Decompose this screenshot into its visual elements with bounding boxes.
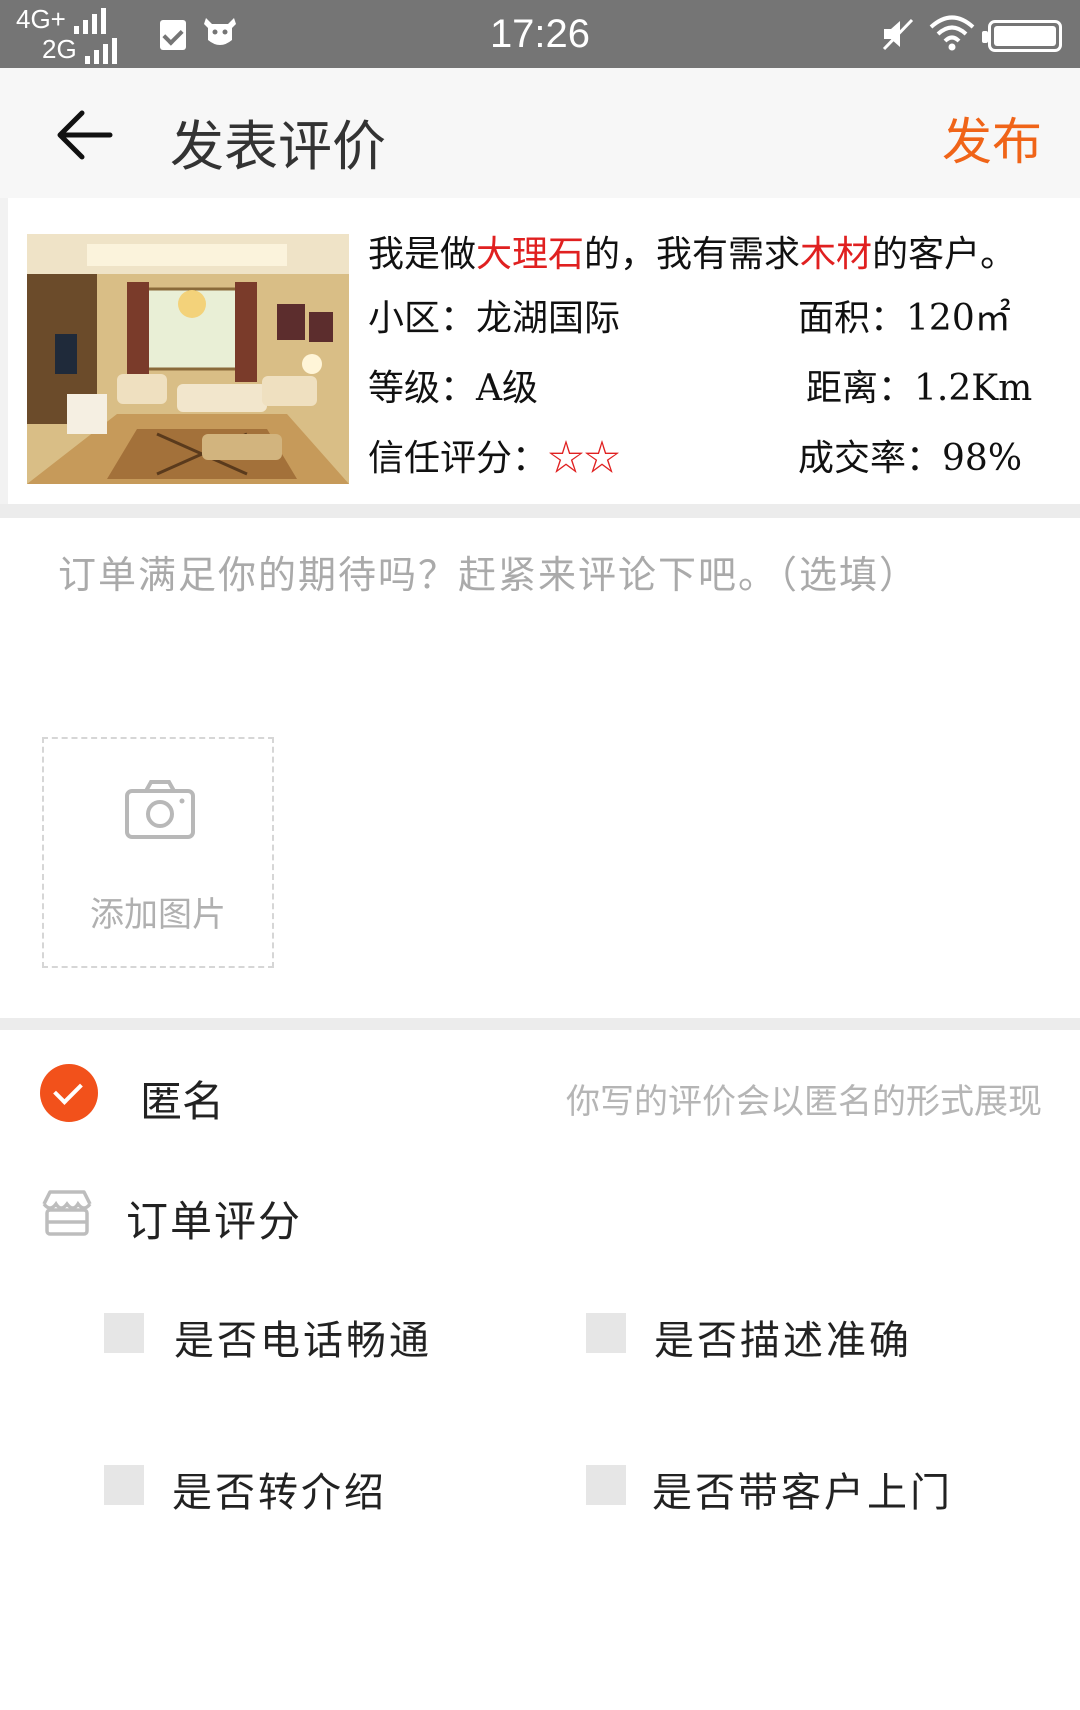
distance-value: 1.2Km — [914, 368, 1033, 409]
anonymous-label: 匿名 — [140, 1077, 225, 1126]
divider — [0, 504, 1080, 518]
living-room-image — [27, 234, 349, 484]
distance-field: 距离：1.2Km — [806, 354, 1032, 424]
option-checkbox-referral[interactable] — [104, 1465, 144, 1505]
customer-info: 我是做大理石的，我有需求木材的客户。 小区：龙湖国际 面积：120㎡ 等级：A级… — [368, 226, 1068, 494]
option-label-referral: 是否转介绍 — [172, 1470, 387, 1516]
info-row: 等级：A级 距离：1.2Km — [368, 354, 1068, 424]
info-row: 小区：龙湖国际 面积：120㎡ — [368, 284, 1068, 354]
customer-headline: 我是做大理石的，我有需求木材的客户。 — [368, 226, 1068, 284]
camera-icon — [124, 779, 196, 845]
back-arrow-icon[interactable] — [52, 104, 116, 166]
anonymous-hint: 你写的评价会以匿名的形式展现 — [566, 1082, 1042, 1122]
order-rating-title: 订单评分 — [126, 1197, 303, 1246]
area-label: 面积： — [798, 298, 907, 339]
community-label: 小区： — [368, 298, 477, 339]
comment-input[interactable]: 订单满足你的期待吗？赶紧来评论下吧。（选填） — [58, 544, 919, 599]
level-label: 等级： — [368, 368, 477, 409]
store-icon — [40, 1188, 94, 1242]
option-label-description: 是否描述准确 — [654, 1318, 912, 1364]
headline-text: 的客户。 — [872, 234, 1017, 275]
mute-icon — [880, 16, 916, 61]
deal-rate-value: 98% — [942, 438, 1023, 479]
deal-rate-label: 成交率： — [798, 438, 943, 479]
option-checkbox-description[interactable] — [586, 1313, 626, 1353]
level-value: A级 — [476, 368, 539, 409]
community-value: 龙湖国际 — [476, 298, 621, 339]
distance-label: 距离： — [806, 368, 915, 409]
app-header: 发表评价 发布 — [0, 68, 1080, 198]
divider — [0, 1018, 1080, 1030]
page-title: 发表评价 — [170, 115, 386, 178]
publish-button[interactable]: 发布 — [942, 102, 1042, 174]
option-label-phone: 是否电话畅通 — [174, 1318, 432, 1364]
add-photo-label: 添加图片 — [90, 895, 226, 935]
star-icon: ☆☆ — [548, 438, 621, 479]
community-field: 小区：龙湖国际 — [368, 298, 620, 339]
battery-icon — [982, 20, 1062, 52]
option-checkbox-phone[interactable] — [104, 1313, 144, 1353]
anonymous-checkbox[interactable] — [40, 1064, 98, 1122]
area-field: 面积：120㎡ — [798, 284, 1011, 354]
headline-text: 我是做 — [368, 234, 477, 275]
trust-label: 信任评分： — [368, 438, 549, 479]
headline-highlight: 大理石 — [476, 234, 585, 275]
card-edge — [0, 198, 8, 504]
option-checkbox-visit[interactable] — [586, 1465, 626, 1505]
headline-text: 的，我有需求 — [584, 234, 801, 275]
add-photo-button[interactable]: 添加图片 — [42, 737, 274, 968]
area-value: 120㎡ — [906, 298, 1011, 339]
status-bar: 4G+ 2G 17:26 — [0, 0, 1080, 68]
clock: 17:26 — [489, 12, 591, 56]
level-field: 等级：A级 — [368, 368, 538, 409]
headline-highlight: 木材 — [800, 234, 873, 275]
wifi-icon — [928, 14, 976, 56]
option-label-visit: 是否带客户上门 — [652, 1470, 953, 1516]
trust-field: 信任评分：☆☆ — [368, 438, 620, 479]
deal-rate-field: 成交率：98% — [798, 424, 1022, 494]
info-row: 信任评分：☆☆ 成交率：98% — [368, 424, 1068, 494]
